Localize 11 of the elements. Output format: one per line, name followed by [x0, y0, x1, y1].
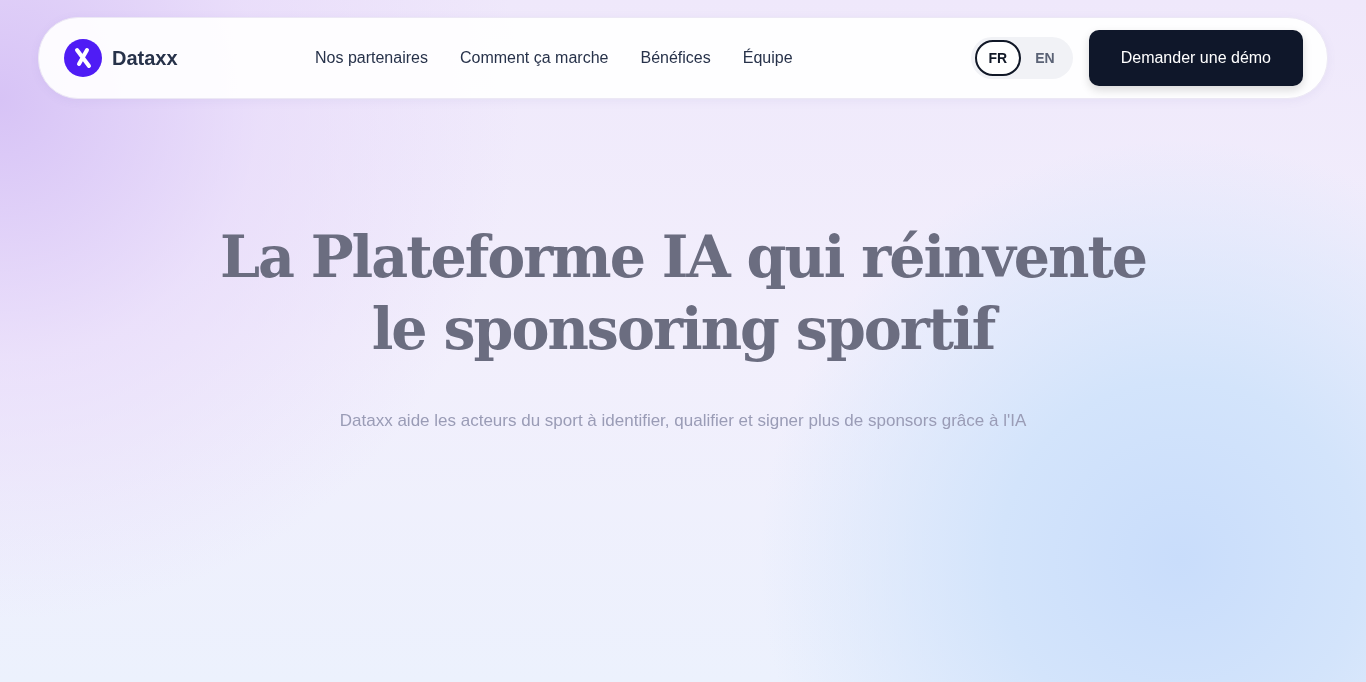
hero-subtitle: Dataxx aide les acteurs du sport à identifier, qualifier et signer plus de sponsors grâce à l'IA: [338, 411, 1028, 431]
demo-button[interactable]: Demander une démo: [1088, 30, 1303, 86]
brand-name: Dataxx: [112, 46, 178, 70]
nav-link[interactable]: Bénéfices: [640, 49, 711, 67]
nav-link[interactable]: Équipe: [742, 49, 793, 67]
hero-title: La Plateforme IA qui réinvente le sponsoring sportif: [218, 222, 1148, 364]
language-option[interactable]: EN: [1021, 40, 1069, 76]
language-option[interactable]: FR: [974, 40, 1022, 76]
logo-icon[interactable]: [63, 38, 103, 78]
nav-link[interactable]: Comment ça marche: [459, 49, 609, 67]
nav-link[interactable]: Nos partenaires: [315, 49, 428, 67]
